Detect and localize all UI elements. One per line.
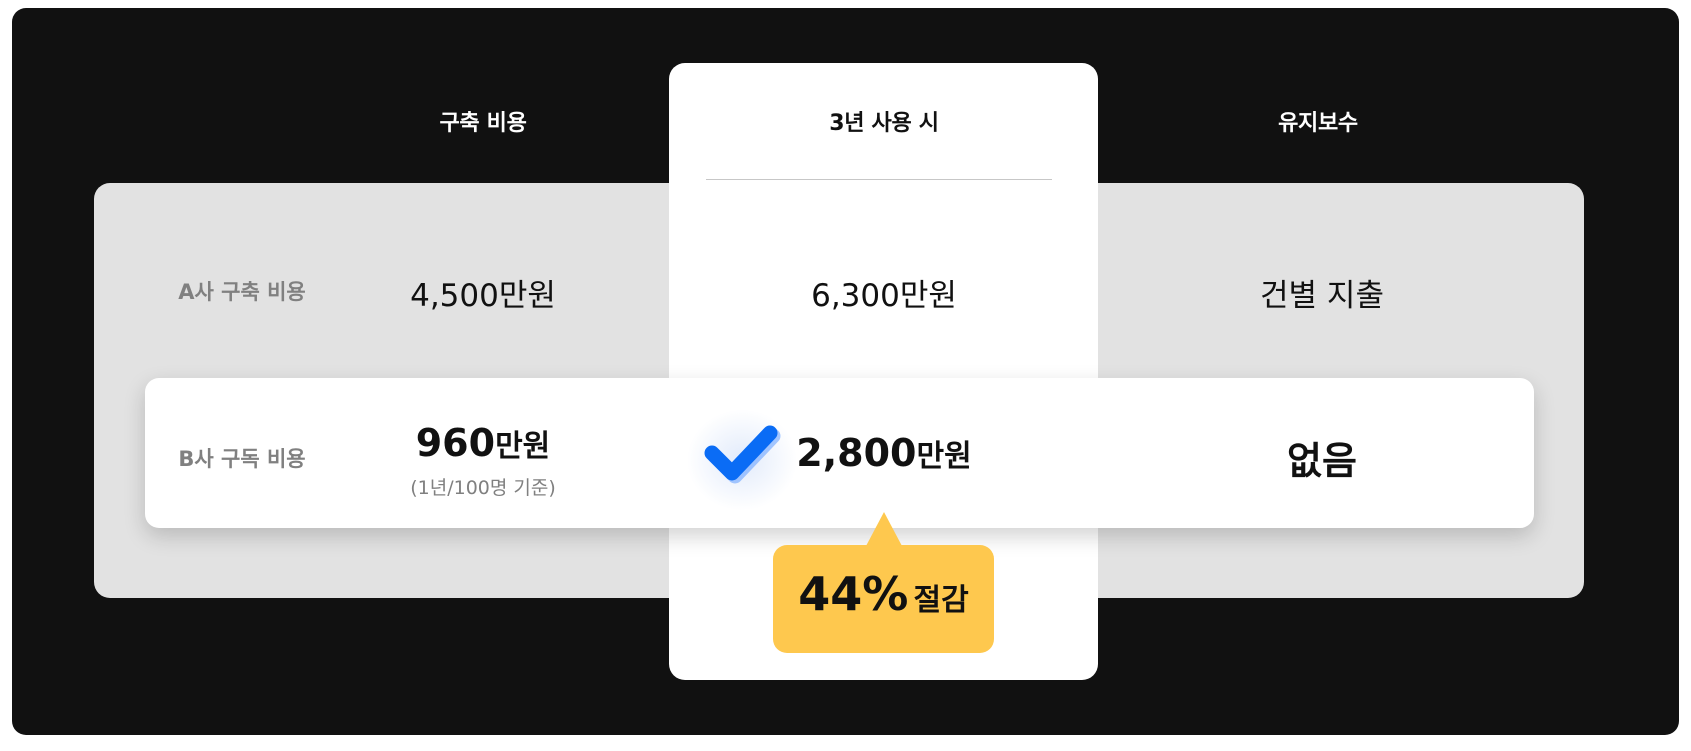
row-a-build-cost: 4,500만원 bbox=[410, 278, 556, 314]
row-b-build-cost-number: 960 bbox=[415, 421, 496, 465]
row-b-maintenance-text: 없음 bbox=[1287, 439, 1357, 483]
row-b-maintenance: 없음 bbox=[1152, 430, 1492, 485]
row-b-build-cost-unit: 만원 bbox=[495, 429, 551, 464]
column-header-build-cost: 구축 비용 bbox=[439, 111, 527, 136]
row-label-b: B사 구독 비용 bbox=[178, 447, 306, 471]
savings-badge-text: 44% 절감 bbox=[773, 567, 994, 621]
row-b-build-cost: 960만원 bbox=[313, 421, 653, 465]
column-header-three-year: 3년 사용 시 bbox=[829, 111, 939, 136]
row-b-build-cost-note: (1년/100명 기준) bbox=[410, 477, 556, 499]
savings-word: 절감 bbox=[913, 583, 969, 618]
header-divider bbox=[706, 179, 1052, 180]
row-a-three-year: 6,300만원 bbox=[811, 278, 957, 314]
row-b-three-year-number: 2,800 bbox=[796, 431, 917, 475]
column-header-maintenance: 유지보수 bbox=[1278, 111, 1358, 136]
row-label-a: A사 구축 비용 bbox=[178, 280, 306, 304]
savings-percent: 44% bbox=[798, 567, 909, 621]
row-a-maintenance: 건별 지출 bbox=[1260, 278, 1384, 314]
row-b-three-year: 2,800만원 bbox=[714, 431, 1054, 475]
row-b-three-year-unit: 만원 bbox=[916, 439, 972, 474]
savings-badge-tail bbox=[866, 512, 902, 546]
